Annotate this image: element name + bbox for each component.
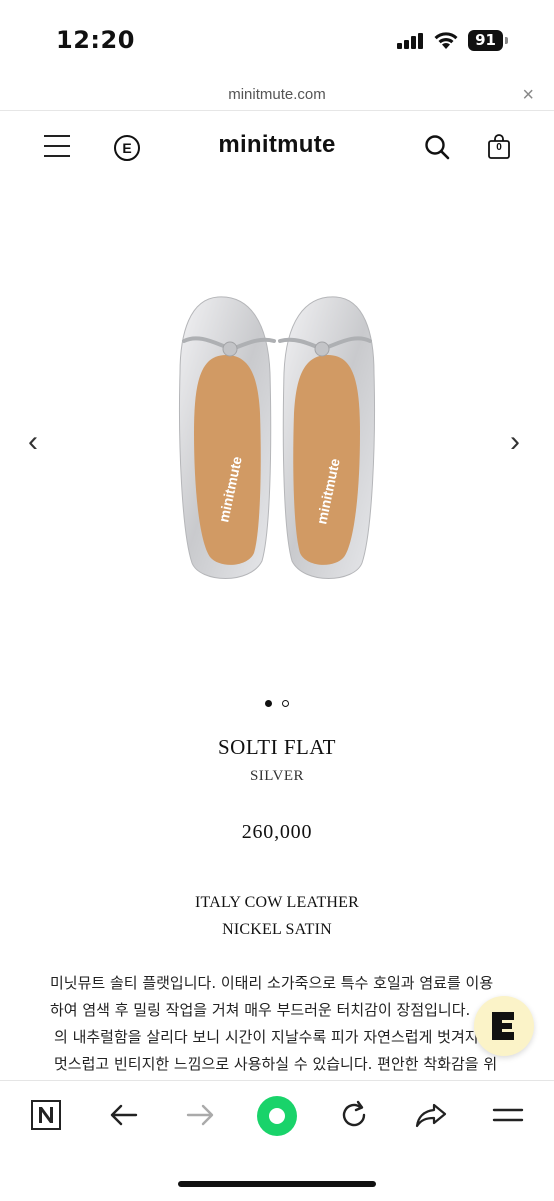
prev-slide-chevron-icon[interactable]: ‹ (28, 427, 38, 457)
home-indicator[interactable] (178, 1181, 376, 1187)
slide-indicator (0, 694, 554, 712)
slide-dot-2[interactable] (282, 700, 289, 707)
cellular-signal-icon (397, 33, 423, 49)
site-logo[interactable]: minitmute (0, 131, 554, 159)
right-shoe: minitmute (278, 296, 375, 579)
description-line: 의 내추럴함을 살리다 보니 시간이 지날수록 피가 자연스럽게 벗겨지 (54, 1028, 479, 1046)
close-icon[interactable]: × (522, 82, 534, 108)
site-header: E minitmute 0 (0, 111, 554, 183)
product-color: SILVER (249, 768, 305, 784)
naver-n-icon[interactable] (30, 1099, 62, 1131)
e-logo-icon (492, 1012, 514, 1040)
description-line: 멋스럽고 빈티지한 느낌으로 사용하실 수 있습니다. 편안한 착화감을 위 (54, 1055, 498, 1073)
search-icon[interactable] (424, 134, 450, 160)
forward-arrow-icon[interactable] (184, 1099, 216, 1131)
floating-e-button[interactable] (474, 996, 534, 1056)
back-arrow-icon[interactable] (108, 1099, 140, 1131)
menu-icon[interactable] (492, 1099, 524, 1131)
battery-tip (505, 37, 508, 44)
description-line: 하여 염색 후 밀링 작업을 거쳐 매우 부드러운 터치감이 장점입니다. (50, 1001, 471, 1019)
slide-dot-1[interactable] (265, 700, 272, 707)
left-shoe: minitmute (179, 296, 276, 579)
product-price: 260,000 (241, 821, 313, 843)
reload-icon[interactable] (338, 1099, 370, 1131)
status-time: 12:20 (56, 26, 135, 54)
material-line-2: NICKEL SATIN (222, 921, 332, 938)
next-slide-chevron-icon[interactable]: › (510, 427, 520, 457)
battery-level: 91 (468, 30, 503, 51)
description-line: 미닛뮤트 솔티 플랫입니다. 이태리 소가죽으로 특수 호일과 염료를 이용 (50, 974, 494, 992)
green-home-icon[interactable] (256, 1095, 298, 1137)
product-gallery[interactable]: ‹ › minitmute minitmute (0, 183, 554, 683)
product-description: 미닛뮤트 솔티 플랫입니다. 이태리 소가죽으로 특수 호일과 염료를 이용 하… (50, 970, 510, 1078)
share-icon[interactable] (414, 1099, 448, 1131)
product-name: SOLTI FLAT (218, 735, 336, 759)
browser-url-bar[interactable]: minitmute.com × (0, 82, 554, 111)
wifi-icon (434, 32, 458, 49)
material-line-1: ITALY COW LEATHER (194, 894, 360, 911)
status-bar: 12:20 91 (0, 0, 554, 82)
url-text[interactable]: minitmute.com (0, 86, 554, 103)
shopping-bag-icon[interactable]: 0 (487, 134, 511, 165)
cart-count: 0 (496, 142, 502, 153)
product-image[interactable]: minitmute minitmute (170, 293, 384, 583)
